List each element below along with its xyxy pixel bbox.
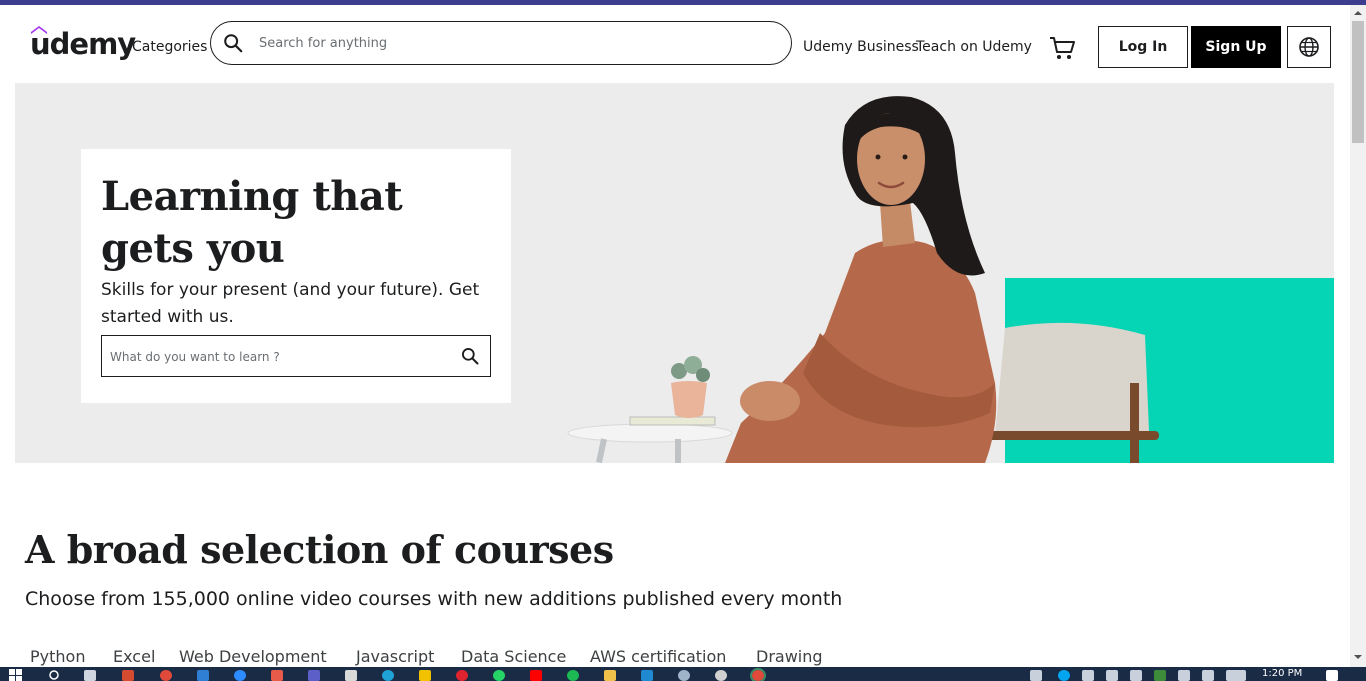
tray-volume-icon[interactable] bbox=[1130, 670, 1142, 681]
tray-keyboard-icon[interactable] bbox=[1226, 670, 1246, 681]
tab-aws-certification[interactable]: AWS certification bbox=[590, 647, 726, 666]
tray-wifi-icon[interactable] bbox=[1178, 670, 1190, 681]
settings-icon[interactable] bbox=[715, 670, 727, 681]
taskbar-clock[interactable]: 1:20 PM bbox=[1262, 668, 1302, 679]
taskbar-search-icon[interactable] bbox=[48, 669, 62, 681]
globe-icon bbox=[1299, 37, 1319, 57]
site-header: udemy Categories Udemy Business Teach on… bbox=[0, 5, 1350, 83]
header-search-bar[interactable] bbox=[210, 21, 792, 65]
outlook-icon[interactable] bbox=[197, 670, 209, 681]
zoom-icon[interactable] bbox=[234, 670, 246, 681]
tray-people-icon[interactable] bbox=[1030, 670, 1042, 681]
courses-section-title: A broad selection of courses bbox=[25, 527, 614, 572]
hero-search-box[interactable] bbox=[101, 335, 491, 377]
courses-section-subtitle: Choose from 155,000 online video courses… bbox=[25, 588, 843, 610]
tab-web-development[interactable]: Web Development bbox=[179, 647, 327, 666]
taskbar-app-icon[interactable] bbox=[345, 670, 357, 681]
tray-skype-icon[interactable] bbox=[1058, 670, 1070, 681]
scroll-thumb[interactable] bbox=[1352, 21, 1364, 143]
signup-button[interactable]: Sign Up bbox=[1191, 26, 1281, 68]
notifications-icon[interactable] bbox=[1326, 670, 1338, 681]
page-scrollbar[interactable] bbox=[1350, 5, 1366, 667]
whatsapp-icon[interactable] bbox=[493, 670, 505, 681]
chrome-active-icon[interactable] bbox=[750, 668, 766, 681]
udemy-business-link[interactable]: Udemy Business bbox=[803, 39, 919, 55]
sticky-notes-icon[interactable] bbox=[419, 670, 431, 681]
taskbar-app-icon[interactable] bbox=[678, 670, 690, 681]
tray-network-icon[interactable] bbox=[1106, 670, 1118, 681]
scroll-up-arrow-icon[interactable] bbox=[1350, 5, 1366, 21]
tray-battery-icon[interactable] bbox=[1202, 670, 1214, 681]
tab-data-science[interactable]: Data Science bbox=[461, 647, 566, 666]
tab-excel[interactable]: Excel bbox=[113, 647, 155, 666]
login-button[interactable]: Log In bbox=[1098, 26, 1188, 68]
tab-javascript[interactable]: Javascript bbox=[356, 647, 434, 666]
spotify-icon[interactable] bbox=[567, 670, 579, 681]
cart-icon[interactable] bbox=[1048, 35, 1076, 61]
windows-start-icon[interactable] bbox=[9, 669, 23, 681]
taskbar-app-icon[interactable] bbox=[122, 670, 134, 681]
chrome-icon[interactable] bbox=[160, 670, 172, 681]
pinterest-icon[interactable] bbox=[456, 670, 468, 681]
hero-banner: Learning that gets you Skills for your p… bbox=[15, 83, 1334, 463]
task-view-icon[interactable] bbox=[84, 670, 96, 681]
hero-subtitle: Skills for your present (and your future… bbox=[101, 280, 480, 327]
teams-icon[interactable] bbox=[308, 670, 320, 681]
tray-app-icon[interactable] bbox=[1154, 670, 1166, 681]
hero-card: Learning that gets you Skills for your p… bbox=[81, 149, 511, 403]
taskbar-app-icon[interactable] bbox=[271, 670, 283, 681]
tab-python[interactable]: Python bbox=[30, 647, 85, 666]
vscode-icon[interactable] bbox=[641, 670, 653, 681]
hero-search-input[interactable] bbox=[110, 346, 450, 368]
search-icon[interactable] bbox=[460, 346, 480, 366]
categories-menu[interactable]: Categories bbox=[132, 39, 207, 55]
hero-woman-illustration bbox=[567, 96, 1159, 463]
youtube-icon[interactable] bbox=[530, 670, 542, 681]
edge-icon[interactable] bbox=[382, 670, 394, 681]
search-icon[interactable] bbox=[222, 32, 244, 54]
udemy-logo[interactable]: udemy bbox=[30, 27, 136, 61]
language-button[interactable] bbox=[1287, 26, 1331, 68]
tray-app-icon[interactable] bbox=[1082, 670, 1094, 681]
hero-title: Learning that gets you bbox=[101, 173, 403, 272]
windows-taskbar: 1:20 PM bbox=[0, 667, 1366, 681]
teach-on-udemy-link[interactable]: Teach on Udemy bbox=[916, 39, 1032, 55]
search-input[interactable] bbox=[259, 30, 759, 56]
file-explorer-icon[interactable] bbox=[604, 670, 616, 681]
tab-drawing[interactable]: Drawing bbox=[756, 647, 823, 666]
scroll-down-arrow-icon[interactable] bbox=[1350, 649, 1366, 665]
page: udemy Categories Udemy Business Teach on… bbox=[0, 5, 1350, 667]
